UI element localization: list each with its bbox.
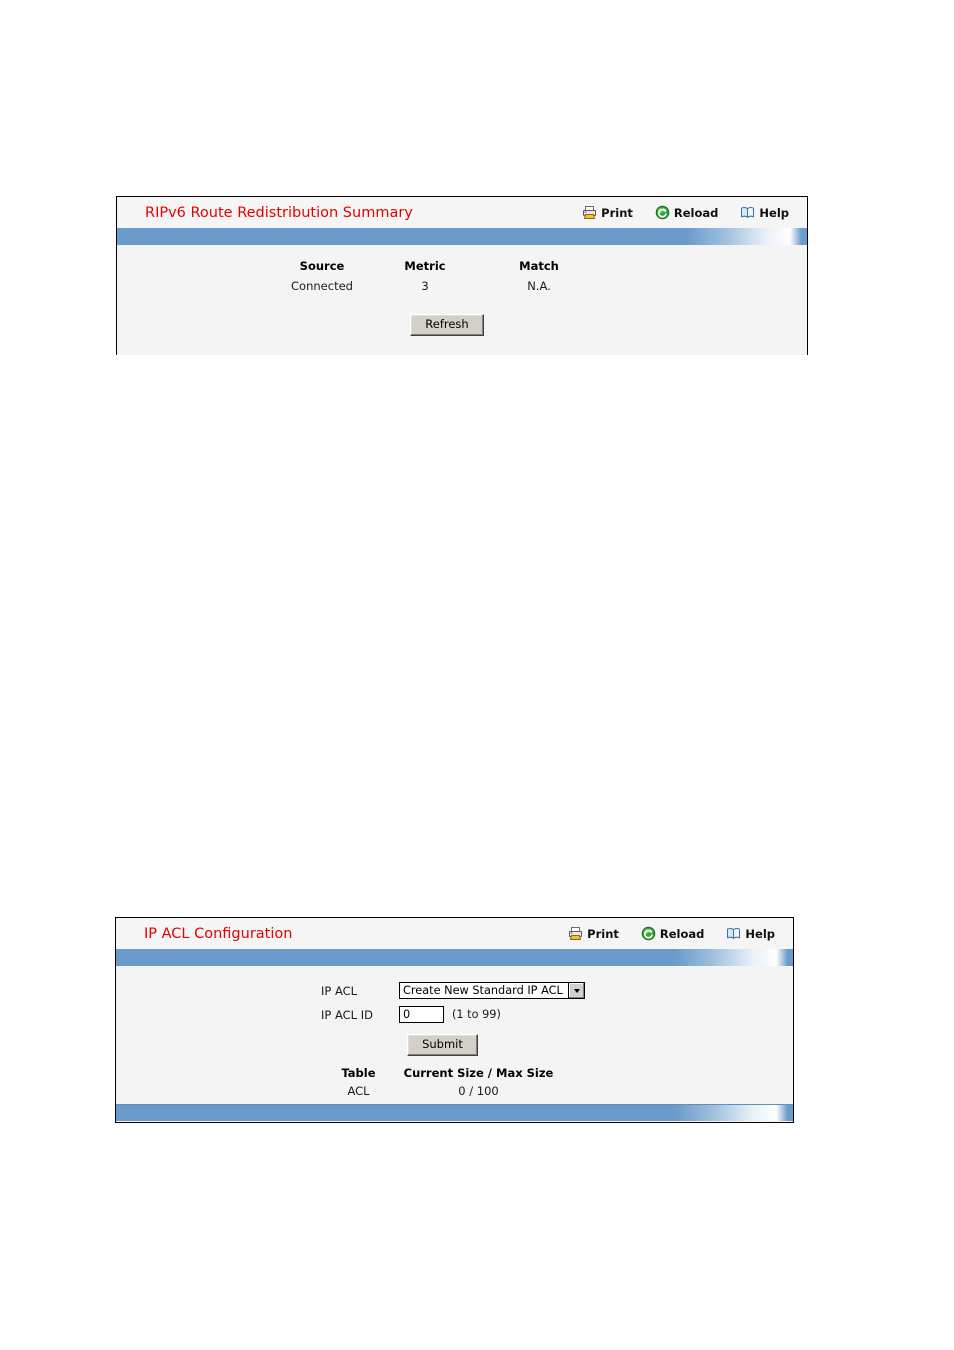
table-header-row: Table Current Size / Max Size [323, 1066, 563, 1084]
column-header-metric: Metric [404, 259, 446, 273]
ip-acl-select-value: Create New Standard IP ACL [403, 984, 563, 997]
table-row: Connected 3 N.A. [274, 279, 598, 293]
ip-acl-id-range-hint: (1 to 99) [452, 1008, 501, 1021]
refresh-button[interactable]: Refresh [410, 314, 484, 336]
panel-titlebar: IP ACL Configuration Print Reload Help [116, 918, 793, 949]
print-button[interactable]: Print [568, 926, 619, 941]
reload-icon [655, 205, 670, 220]
help-label: Help [745, 926, 775, 941]
ip-acl-id-label: IP ACL ID [321, 1007, 373, 1022]
panel-titlebar: RIPv6 Route Redistribution Summary Print [117, 197, 807, 228]
reload-label: Reload [673, 205, 719, 220]
table-row: ACL 0 / 100 [323, 1084, 563, 1098]
print-label: Print [587, 926, 619, 941]
submit-button[interactable]: Submit [407, 1034, 478, 1056]
ip-acl-configuration-panel: IP ACL Configuration Print Reload Help I… [115, 917, 794, 1123]
print-button[interactable]: Print [582, 205, 633, 220]
column-header-source: Source [299, 259, 345, 273]
panel-body: IP ACL Create New Standard IP ACL IP ACL… [116, 966, 793, 1104]
column-header-match: Match [519, 259, 559, 273]
print-icon [568, 926, 583, 941]
print-label: Print [601, 205, 633, 220]
ip-acl-id-input[interactable]: 0 [399, 1006, 444, 1023]
submit-row: Submit [116, 1034, 793, 1056]
reload-icon [641, 926, 656, 941]
cell-match: N.A. [527, 279, 551, 293]
ip-acl-id-row: IP ACL ID 0 (1 to 99) [321, 1006, 501, 1023]
ip-acl-label: IP ACL [321, 983, 358, 998]
reload-button[interactable]: Reload [655, 205, 719, 220]
panel-body: Source Metric Match Connected 3 N.A. Ref… [117, 245, 807, 355]
ripv6-route-redistribution-summary-panel: RIPv6 Route Redistribution Summary Print [116, 196, 808, 355]
ip-acl-row: IP ACL Create New Standard IP ACL [321, 982, 585, 999]
cell-source: Connected [291, 279, 353, 293]
acl-size-table: Table Current Size / Max Size ACL 0 / 10… [323, 1066, 563, 1098]
cell-size-value: 0 / 100 [458, 1084, 499, 1098]
print-icon [582, 205, 597, 220]
ip-acl-select[interactable]: Create New Standard IP ACL [399, 982, 585, 999]
chevron-down-icon [568, 983, 584, 998]
panel-header-separator [117, 228, 807, 245]
page-title: IP ACL Configuration [144, 925, 293, 942]
help-icon [740, 205, 755, 220]
column-header-current-max-size: Current Size / Max Size [403, 1066, 554, 1080]
help-icon [726, 926, 741, 941]
reload-label: Reload [659, 926, 705, 941]
cell-table-name: ACL [347, 1084, 370, 1098]
help-label: Help [759, 205, 789, 220]
acl-size-table-wrap: Table Current Size / Max Size ACL 0 / 10… [116, 1066, 793, 1098]
page-title: RIPv6 Route Redistribution Summary [145, 204, 413, 221]
reload-button[interactable]: Reload [641, 926, 705, 941]
panel-header-separator [116, 949, 793, 966]
titlebar-actions: Print Reload Help [568, 926, 781, 941]
panel-footer-bar [116, 1104, 793, 1121]
titlebar-actions: Print Reload Help [582, 205, 795, 220]
column-header-table: Table [341, 1066, 376, 1080]
route-redistribution-table: Source Metric Match Connected 3 N.A. [274, 259, 598, 293]
cell-metric: 3 [421, 279, 429, 293]
help-button[interactable]: Help [726, 926, 775, 941]
table-header-row: Source Metric Match [274, 259, 598, 279]
help-button[interactable]: Help [740, 205, 789, 220]
